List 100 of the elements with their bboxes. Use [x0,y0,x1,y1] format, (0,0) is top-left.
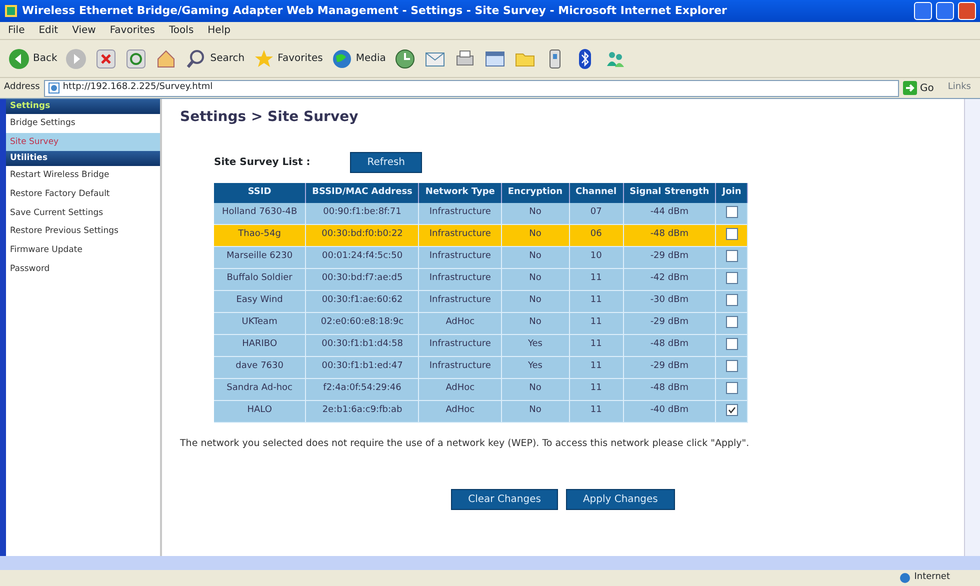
refresh-icon[interactable] [125,48,148,70]
menu-item[interactable]: File [8,23,25,38]
table-cell: Infrastructure [419,356,502,378]
table-cell: UKTeam [214,312,306,334]
join-checkbox[interactable] [726,338,738,350]
table-cell: 11 [570,312,624,334]
table-cell: Infrastructure [419,334,502,356]
table-cell: No [502,312,570,334]
search-button[interactable]: Search [185,48,245,70]
table-cell: 02:e0:60:e8:18:9c [306,312,420,334]
table-cell: 00:30:f1:b1:d4:58 [306,334,420,356]
join-checkbox[interactable] [726,294,738,306]
menu-item[interactable]: Favorites [110,23,156,38]
table-cell: Infrastructure [419,290,502,312]
table-cell: 07 [570,202,624,224]
join-checkbox[interactable] [726,316,738,328]
sidebar-item[interactable]: Restore Factory Default [6,184,160,204]
maximize-button[interactable] [936,2,954,20]
table-cell: 11 [570,356,624,378]
table-cell: 00:30:f1:b1:ed:47 [306,356,420,378]
sidebar-heading: Settings [6,99,160,114]
table-cell: 00:90:f1:be:8f:71 [306,202,420,224]
table-cell: 00:01:24:f4:5c:50 [306,246,420,268]
table-cell: 11 [570,400,624,422]
column-header: SSID [214,183,306,202]
table-cell: 11 [570,290,624,312]
go-button[interactable]: Go [903,80,934,96]
table-cell: Infrastructure [419,224,502,246]
table-cell: Holland 7630-4B [214,202,306,224]
zone-label: Internet [914,571,950,584]
apply-changes-button[interactable]: Apply Changes [566,488,675,510]
url-text: http://192.168.2.225/Survey.html [62,81,213,94]
minimize-button[interactable] [914,2,932,20]
join-checkbox[interactable] [726,360,738,372]
table-cell: 00:30:bd:f7:ae:d5 [306,268,420,290]
menu-item[interactable]: View [72,23,96,38]
column-header: Channel [570,183,624,202]
table-cell: Thao-54g [214,224,306,246]
table-cell: No [502,290,570,312]
table-cell: 00:30:f1:ae:60:62 [306,290,420,312]
table-cell: HALO [214,400,306,422]
join-checkbox[interactable] [726,250,738,262]
table-cell: 06 [570,224,624,246]
refresh-button[interactable]: Refresh [350,152,422,173]
window-title: Wireless Ethernet Bridge/Gaming Adapter Web Management - Settings - Site Survey - Microsoft Internet Explorer [22,2,728,19]
globe-icon [899,572,912,584]
table-cell: f2:4a:0f:54:29:46 [306,378,420,400]
arrow-icon [903,81,917,95]
page-icon [48,82,60,94]
table-cell: No [502,202,570,224]
sidebar-item[interactable]: Firmware Update [6,241,160,260]
globe-icon [330,48,353,70]
note-text: The network you selected does not require the use of a network key (WEP). To access this network please click "Apply". [180,436,750,450]
favorites-button[interactable]: Favorites [252,48,323,70]
table-cell: Infrastructure [419,268,502,290]
menu-item[interactable]: Help [208,23,230,38]
join-checkbox[interactable] [726,404,738,416]
table-cell: -29 dBm [624,312,716,334]
address-field[interactable]: http://192.168.2.225/Survey.html [44,80,899,96]
join-checkbox[interactable] [726,206,738,218]
stop-icon[interactable] [95,48,118,70]
table-cell: AdHoc [419,400,502,422]
house-icon[interactable] [155,48,178,70]
close-button[interactable] [958,2,976,20]
join-checkbox[interactable] [726,272,738,284]
table-cell: 11 [570,334,624,356]
table-cell: -48 dBm [624,378,716,400]
table-cell: Infrastructure [419,202,502,224]
sidebar-item[interactable]: Bridge Settings [6,114,160,132]
table-cell: Infrastructure [419,246,502,268]
table-cell: -48 dBm [624,334,716,356]
table-cell: Sandra Ad-hoc [214,378,306,400]
menu-item[interactable]: Edit [38,23,58,38]
join-checkbox[interactable] [726,382,738,394]
sidebar-item[interactable]: Password [6,260,160,278]
table-cell: 2e:b1:6a:c9:fb:ab [306,400,420,422]
page-title: Settings > Site Survey [180,108,360,127]
back-button[interactable]: Back [8,48,58,70]
sidebar-item[interactable]: Site Survey [6,132,160,152]
sidebar-item[interactable]: Save Current Settings [6,204,160,222]
clear-changes-button[interactable]: Clear Changes [451,488,558,510]
table-cell: AdHoc [419,312,502,334]
table-cell: Easy Wind [214,290,306,312]
table-cell: 00:30:bd:f0:b0:22 [306,224,420,246]
table-cell: No [502,246,570,268]
list-label: Site Survey List : [214,156,310,170]
join-checkbox[interactable] [726,228,738,240]
table-cell: -44 dBm [624,202,716,224]
clock-icon[interactable] [394,48,416,70]
column-header: Signal Strength [624,183,716,202]
menu-item[interactable]: Tools [169,23,194,38]
sidebar-item[interactable]: Restart Wireless Bridge [6,166,160,185]
media-button[interactable]: Media [330,48,386,70]
table-cell: AdHoc [419,378,502,400]
table-cell: No [502,378,570,400]
table-cell: Marseille 6230 [214,246,306,268]
sidebar-item[interactable]: Restore Previous Settings [6,222,160,241]
table-cell: -48 dBm [624,224,716,246]
table-cell: No [502,400,570,422]
links-label[interactable]: Links [948,81,971,95]
